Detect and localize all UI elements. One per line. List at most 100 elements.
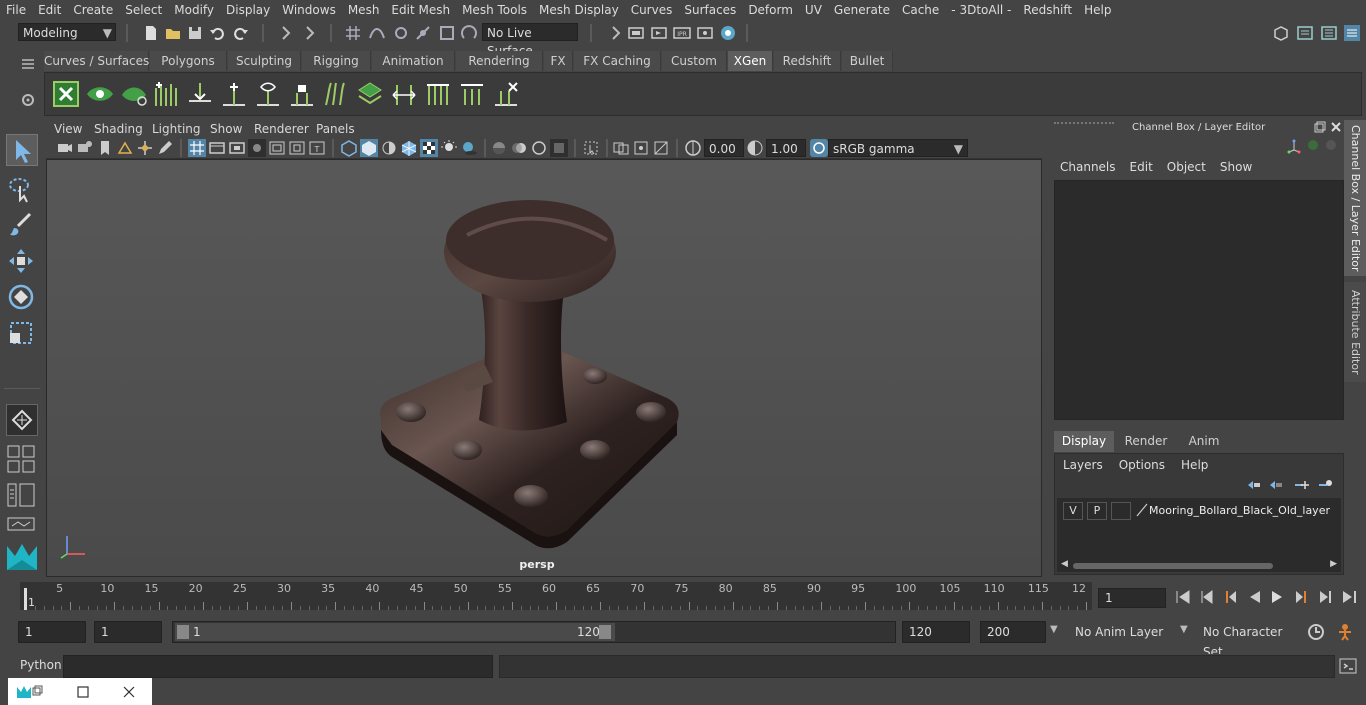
gamma-icon[interactable] (746, 139, 764, 157)
close-icon[interactable] (1330, 121, 1342, 133)
xgen-delete-guide-icon[interactable] (491, 79, 521, 109)
move-tool[interactable] (6, 246, 38, 278)
new-layer-icon[interactable] (1293, 478, 1309, 492)
single-perspective-layout-button[interactable] (6, 404, 38, 436)
side-tab-attribute-editor[interactable]: Attribute Editor (1344, 282, 1366, 382)
shelf-tab[interactable]: FX Caching (574, 51, 661, 71)
shadows-icon[interactable] (460, 139, 478, 157)
step-forward-icon[interactable] (1316, 588, 1334, 606)
maximize-window-icon[interactable] (76, 685, 90, 699)
wireframe-on-shaded-icon[interactable] (400, 139, 418, 157)
xgen-lock-guide-icon[interactable] (287, 79, 317, 109)
grid-toggle-icon[interactable] (188, 139, 206, 157)
menu-item[interactable]: Windows (276, 0, 342, 20)
xgen-leaf-icon[interactable] (119, 79, 149, 109)
shelf-tab[interactable]: Custom (662, 51, 727, 71)
move-layer-down-icon[interactable] (1267, 478, 1283, 492)
four-view-layout-icon[interactable] (6, 444, 36, 474)
shelf-tab[interactable]: Redshift (774, 51, 841, 71)
step-back-icon[interactable] (1198, 588, 1216, 606)
close-icon[interactable] (122, 685, 136, 699)
scroll-right-icon[interactable]: ▶ (1330, 559, 1337, 569)
screen-space-ao-icon[interactable] (490, 139, 508, 157)
xray-icon[interactable] (612, 139, 630, 157)
tool-settings-toggle-icon[interactable] (1320, 24, 1338, 42)
restore-window-icon[interactable] (32, 685, 44, 697)
channel-box-menu-item[interactable]: Object (1167, 160, 1206, 178)
scrollbar-thumb[interactable] (1073, 563, 1273, 569)
shelf-tab[interactable]: Bullet (842, 51, 893, 71)
smooth-shade-icon[interactable] (360, 139, 378, 157)
arrow-right-icon[interactable] (300, 24, 318, 42)
channel-box-toggle-icon[interactable] (1343, 24, 1361, 42)
viewport-menu-item[interactable]: Renderer (254, 120, 309, 138)
anti-aliasing-icon[interactable] (530, 139, 548, 157)
exposure-field[interactable]: 0.00 (704, 139, 744, 157)
menu-item[interactable]: File (0, 0, 32, 20)
arrow-right-icon[interactable] (606, 24, 624, 42)
playback-start-field[interactable]: 1 (94, 621, 162, 643)
render-settings-icon[interactable] (696, 24, 714, 42)
step-back-key-icon[interactable] (1222, 588, 1240, 606)
start-time-field[interactable]: 1 (18, 621, 86, 643)
manipulator-axes-icon[interactable] (1286, 138, 1302, 154)
layer-editor-tab[interactable]: Anim (1178, 431, 1230, 452)
rotate-tool[interactable] (6, 282, 38, 314)
shelf-tab[interactable]: Rigging (302, 51, 371, 71)
render-sequence-icon[interactable] (650, 24, 668, 42)
render-frame-icon[interactable] (627, 24, 645, 42)
layer-visibility-toggle[interactable]: V (1063, 502, 1083, 520)
menu-item[interactable]: Mesh Display (533, 0, 625, 20)
go-to-end-icon[interactable] (1340, 588, 1358, 606)
time-slider[interactable]: 1 5 10 15 20 25 30 35 40 45 50 55 60 65 70 75 80 85 90 95 10… (20, 582, 1092, 610)
xgen-guide-length-icon[interactable] (457, 79, 487, 109)
motion-blur-icon[interactable] (510, 139, 528, 157)
paint-select-tool[interactable] (6, 210, 38, 242)
camera-attributes-icon[interactable] (76, 139, 94, 157)
xray-joints-icon[interactable] (632, 139, 650, 157)
wireframe-icon[interactable] (340, 139, 358, 157)
xgen-rebuild-guides-icon[interactable] (389, 79, 419, 109)
xgen-place-guide-icon[interactable] (219, 79, 249, 109)
menu-item[interactable]: Mesh Tools (456, 0, 533, 20)
command-input[interactable] (63, 655, 493, 678)
play-backwards-icon[interactable] (1246, 588, 1264, 606)
xgen-normalize-guides-icon[interactable] (423, 79, 453, 109)
redo-icon[interactable] (232, 24, 250, 42)
ipr-render-icon[interactable]: IPR (673, 24, 691, 42)
lasso-tool[interactable] (6, 174, 38, 206)
mooring-bollard-model[interactable] (47, 160, 1043, 578)
channel-box-menu-item[interactable]: Show (1220, 160, 1252, 178)
layer-editor-menu-item[interactable]: Help (1181, 456, 1208, 474)
range-slider[interactable]: 1 120 (172, 621, 896, 643)
horizontal-scrollbar[interactable]: ◀ ▶ (1057, 559, 1341, 572)
attribute-editor-toggle-icon[interactable] (1296, 24, 1314, 42)
command-language-label[interactable]: Python (20, 658, 62, 672)
anim-layer-dropdown[interactable]: No Anim Layer (1068, 621, 1174, 643)
menu-item[interactable]: Cache (896, 0, 945, 20)
menu-item[interactable]: Mesh (342, 0, 386, 20)
outliner-persp-layout-icon[interactable] (6, 482, 36, 508)
maya-logo-icon[interactable] (16, 684, 32, 700)
snap-curve-icon[interactable] (368, 24, 386, 42)
viewport-persp[interactable]: persp (46, 159, 1042, 577)
resolution-gate-icon[interactable] (228, 139, 246, 157)
menu-item[interactable]: - 3DtoAll - (945, 0, 1017, 20)
hypershade-icon[interactable] (719, 24, 737, 42)
auto-key-icon[interactable] (1306, 622, 1326, 642)
mode-dropdown[interactable]: Modeling ▼ (18, 23, 116, 41)
viewport-menu-item[interactable]: View (54, 120, 82, 138)
character-set-dropdown[interactable]: No Character Set (1196, 621, 1300, 659)
menu-item[interactable]: Deform (742, 0, 799, 20)
menu-item[interactable]: Modify (168, 0, 220, 20)
default-lighting-icon[interactable] (380, 139, 398, 157)
layer-type-toggle[interactable] (1111, 502, 1131, 520)
viewport-menu-item[interactable]: Shading (94, 120, 143, 138)
current-frame-field[interactable]: 1 (1098, 588, 1166, 608)
range-end-handle[interactable] (599, 625, 611, 639)
gamma-field[interactable]: 1.00 (766, 139, 806, 157)
shelf-tab[interactable]: Rendering (456, 51, 543, 71)
snap-view-plane-icon[interactable] (438, 24, 456, 42)
snap-grid-icon[interactable] (344, 24, 362, 42)
shelf-tab[interactable]: Polygons (150, 51, 227, 71)
